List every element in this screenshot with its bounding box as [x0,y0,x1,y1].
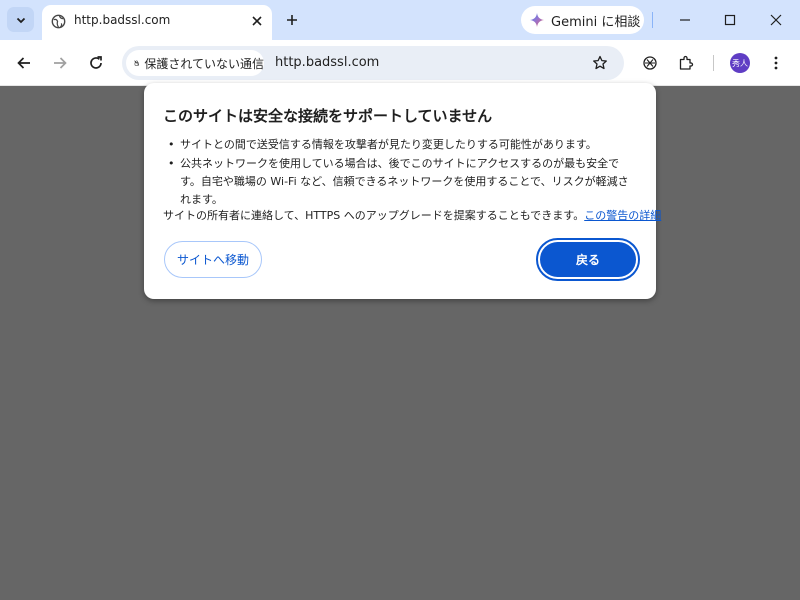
more-vert-icon [774,56,778,70]
minimize-icon [680,19,690,21]
dialog-info-text: サイトの所有者に連絡して、HTTPS へのアップグレードを提案することもできます… [163,209,585,222]
security-indicator[interactable]: 保護されていない通信 [126,50,264,76]
globe-icon [51,14,66,29]
ai-extension-button[interactable] [640,53,660,73]
learn-more-link[interactable]: この警告の詳細 [584,209,661,222]
reload-icon [90,56,102,69]
close-window-button[interactable] [766,10,786,30]
new-tab-button[interactable] [283,11,301,29]
maximize-icon [724,14,736,26]
forward-button[interactable] [50,53,70,73]
close-icon [770,14,782,26]
maximize-button[interactable] [720,10,740,30]
insecure-connection-dialog: このサイトは安全な接続をサポートしていません サイトとの間で送受信する情報を攻撃… [144,83,661,299]
extensions-button[interactable] [676,53,696,73]
arrow-left-icon [17,57,30,69]
bookmark-button[interactable] [590,53,610,73]
back-button[interactable] [14,53,34,73]
profile-avatar[interactable]: 秀人 [730,53,750,73]
toolbar-divider [713,55,714,71]
unlocked-warning-icon [134,60,140,66]
url-text[interactable]: http.badssl.com [275,55,379,70]
title-bar: http.badssl.com Gemini に相談 [0,0,800,40]
menu-button[interactable] [766,53,786,73]
titlebar-divider [652,12,653,28]
arrow-right-icon [54,57,67,69]
active-tab[interactable]: http.badssl.com [42,5,272,40]
puzzle-icon [679,55,694,70]
security-label: 保護されていない通信 [144,56,264,71]
go-back-button[interactable]: 戻る [540,242,636,277]
dialog-bullet-list: サイトとの間で送受信する情報を攻撃者が見たり変更したりする可能性があります。 公… [166,136,636,210]
gemini-sparkle-icon [530,13,544,27]
dialog-bullet: 公共ネットワークを使用している場合は、後でこのサイトにアクセスするのが最も安全で… [166,155,636,209]
star-icon [593,55,607,70]
gemini-button[interactable]: Gemini に相談 [521,6,644,34]
close-icon [252,16,262,26]
dialog-info: サイトの所有者に連絡して、HTTPS へのアップグレードを提案することもできます… [163,207,661,223]
gemini-label: Gemini に相談 [551,14,641,30]
tab-search-button[interactable] [7,7,34,32]
reload-button[interactable] [86,53,106,73]
back-button-focus-ring[interactable]: 戻る [536,238,640,281]
browser-toolbar: 保護されていない通信 http.badssl.com 秀人 [0,40,800,86]
minimize-button[interactable] [675,10,695,30]
dialog-title: このサイトは安全な接続をサポートしていません [163,107,493,125]
chevron-down-icon [16,17,25,23]
proceed-to-site-button[interactable]: サイトへ移動 [164,241,262,278]
openai-icon [643,56,657,70]
tab-close-button[interactable] [249,13,265,29]
plus-icon [287,15,297,25]
address-bar[interactable]: 保護されていない通信 http.badssl.com [122,46,624,80]
dialog-bullet: サイトとの間で送受信する情報を攻撃者が見たり変更したりする可能性があります。 [166,136,636,154]
tab-title: http.badssl.com [74,13,171,27]
